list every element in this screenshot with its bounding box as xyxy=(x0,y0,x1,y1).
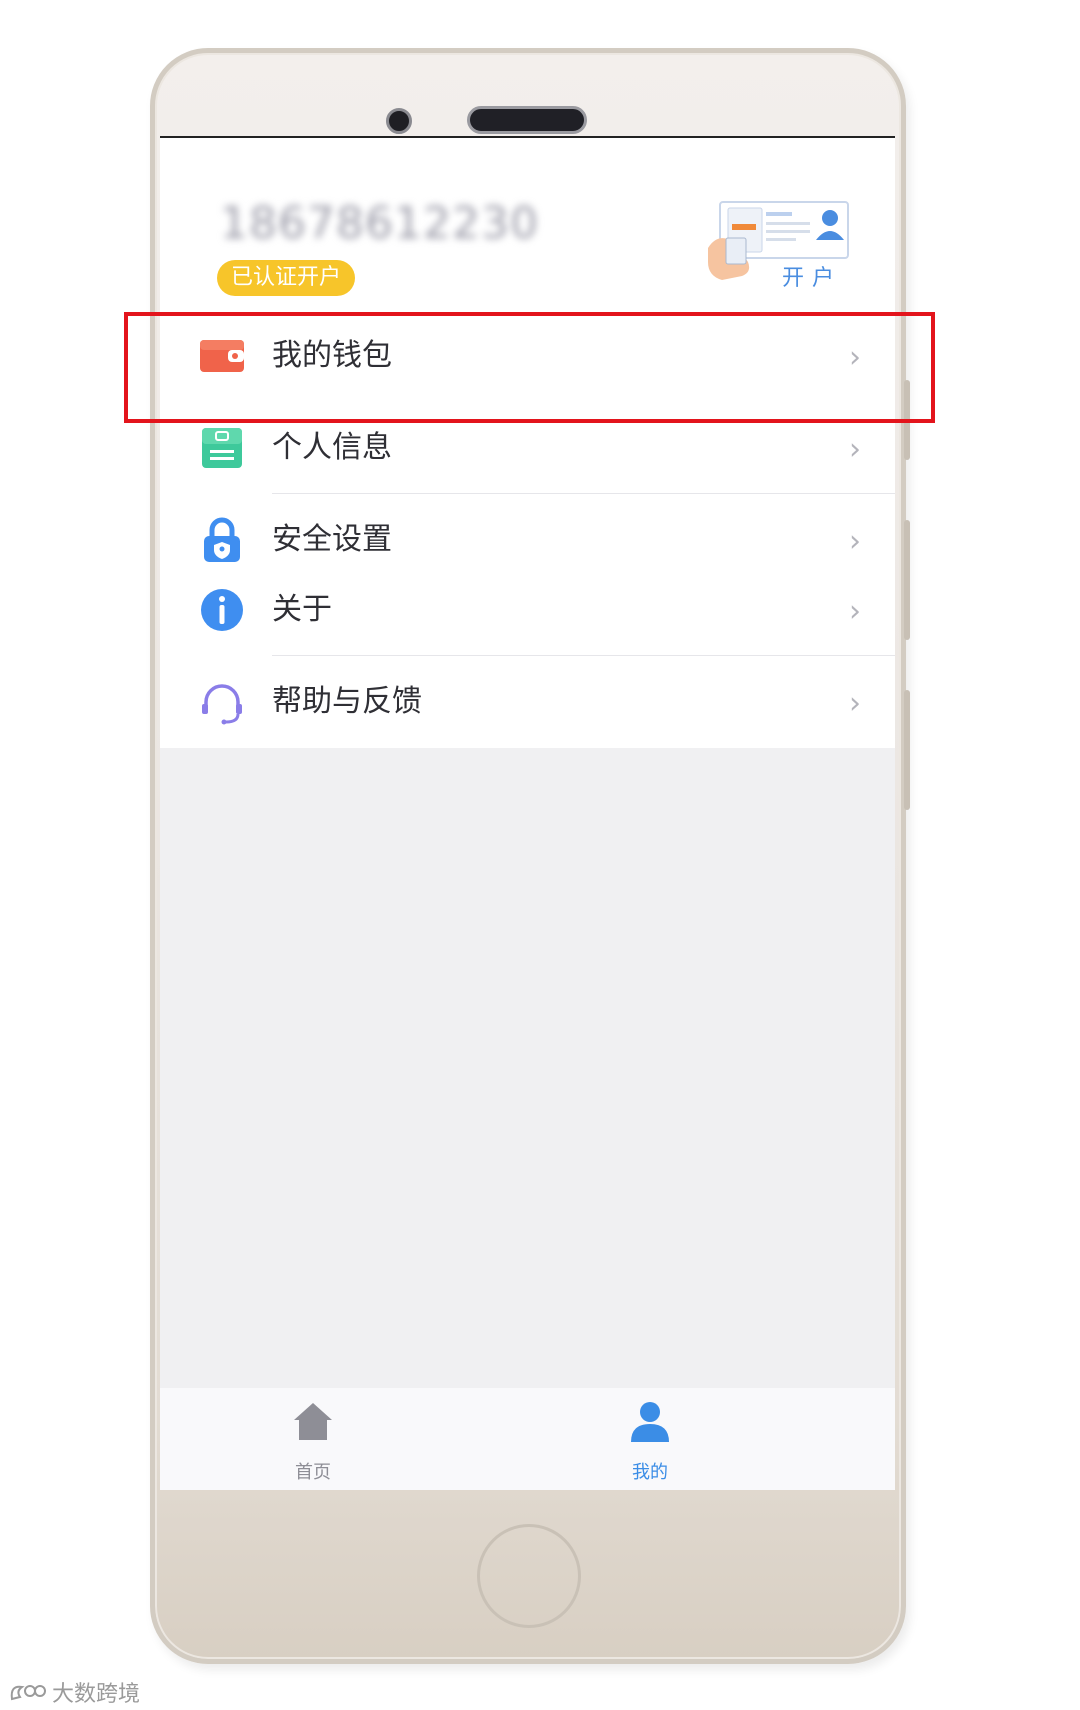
phone-side-button xyxy=(904,520,910,640)
phone-side-button xyxy=(904,690,910,810)
lock-icon xyxy=(204,517,240,562)
menu-item-help-feedback[interactable]: 帮助与反馈 › xyxy=(160,656,895,748)
chevron-right-icon: › xyxy=(849,594,861,629)
highlight-box xyxy=(124,312,935,423)
user-icon xyxy=(631,1402,669,1442)
home-icon xyxy=(294,1403,332,1440)
menu-label-about: 关于 xyxy=(272,592,332,627)
menu-item-about[interactable]: 关于 › xyxy=(160,564,895,656)
chevron-right-icon: › xyxy=(849,686,861,721)
tab-home[interactable]: 首页 xyxy=(253,1400,373,1484)
open-account-button[interactable]: 开户 xyxy=(702,198,852,294)
headset-icon xyxy=(202,684,242,725)
account-phone-number: 18678612230 xyxy=(220,198,539,249)
menu-label-help-feedback: 帮助与反馈 xyxy=(272,684,422,719)
id-card-icon xyxy=(202,428,242,468)
chevron-right-icon: › xyxy=(849,432,861,467)
watermark-text: 大数跨境 xyxy=(52,1682,141,1707)
home-button[interactable] xyxy=(477,1524,581,1628)
front-camera xyxy=(386,108,412,134)
tab-home-label: 首页 xyxy=(295,1462,331,1483)
account-header: 18678612230 已认证开户 开户 xyxy=(160,138,895,310)
chevron-right-icon: › xyxy=(849,524,861,559)
watermark-logo-icon xyxy=(10,1685,46,1701)
watermark: 大数跨境 xyxy=(8,1676,140,1708)
info-icon xyxy=(201,589,243,631)
earpiece-speaker xyxy=(467,106,587,134)
open-account-label: 开户 xyxy=(782,266,843,291)
tab-mine[interactable]: 我的 xyxy=(590,1400,710,1484)
bottom-tab-bar: 首页 我的 xyxy=(160,1388,895,1490)
menu-group-support: 关于 › 帮助与反馈 › xyxy=(160,564,895,748)
verified-account-badge: 已认证开户 xyxy=(217,260,356,296)
tab-mine-label: 我的 xyxy=(632,1462,668,1483)
